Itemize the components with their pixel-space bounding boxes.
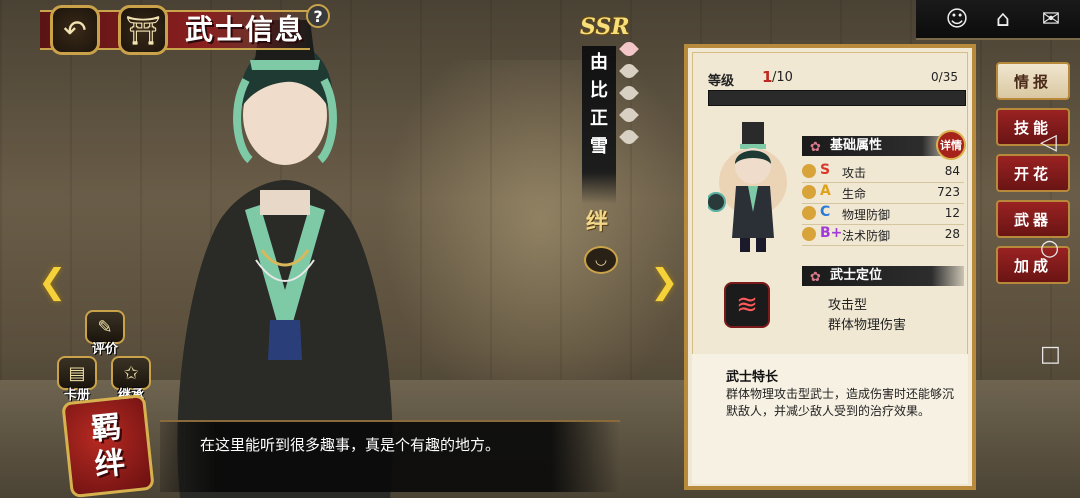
mask-button[interactable]: ◡ — [584, 246, 618, 274]
bond-button[interactable]: 羁绊 — [61, 393, 155, 498]
stat-grade: B+ — [820, 225, 843, 241]
name-char: 比 — [590, 80, 608, 101]
detail-button[interactable]: 详情 — [936, 130, 966, 160]
prev-character-arrow[interactable]: ❮ — [38, 262, 67, 302]
sakura-icon: ✿ — [810, 270, 821, 285]
stat-row-hp: A 生命 723 — [802, 183, 964, 204]
level-max: /10 — [772, 70, 793, 85]
sword-icon — [802, 164, 816, 178]
sakura-icon: ✿ — [810, 140, 821, 155]
torii-icon: ⛩ — [125, 13, 161, 47]
back-triangle-icon[interactable]: ◁ — [1040, 130, 1057, 155]
stat-grade: S — [820, 162, 831, 178]
trait-section: 武士特长 群体物理攻击型武士，造成伤害时还能够沉默敌人，并减少敌人受到的治疗效果… — [692, 354, 968, 484]
base-attributes-title: 基础属性 — [830, 138, 883, 153]
claw-skill-icon[interactable]: ≋ — [724, 282, 770, 328]
stat-name: 攻击 — [842, 166, 867, 180]
stat-value: 12 — [944, 206, 960, 220]
position-title: 武士定位 — [830, 268, 883, 283]
trait-text: 群体物理攻击型武士，造成伤害时还能够沉默敌人，并减少敌人受到的治疗效果。 — [726, 387, 955, 418]
kizuna-label: 绊 — [586, 210, 609, 235]
level-current: 1 — [762, 68, 773, 86]
stat-name: 法术防御 — [842, 229, 891, 243]
home-gate-button[interactable]: ⛩ — [118, 5, 168, 55]
top-right-toolbar: ☺ ⌂ ✉ — [916, 0, 1080, 40]
name-char: 正 — [590, 108, 608, 129]
mask-icon: ◡ — [594, 252, 608, 268]
coin-icon — [802, 227, 816, 241]
stat-row-attack: S 攻击 84 — [802, 162, 964, 183]
trait-header: 武士特长 — [726, 370, 779, 385]
name-char: 由 — [590, 52, 608, 73]
flower-icon — [802, 185, 816, 199]
star-icon — [619, 105, 639, 125]
position-header: ✿ 武士定位 — [802, 266, 964, 286]
level-label: 等级 — [708, 74, 735, 89]
back-arrow-icon: ↶ — [63, 13, 87, 47]
review-label: 评价 — [91, 342, 118, 357]
stat-grade: A — [820, 183, 831, 199]
bond-label: 羁绊 — [89, 409, 127, 484]
character-name-banner: 由 比 正 雪 — [582, 46, 616, 204]
stat-row-magic-def: B+ 法术防御 28 — [802, 225, 964, 246]
home-icon[interactable]: ⌂ — [988, 4, 1018, 34]
dialog-text: 在这里能听到很多趣事，真是个有趣的地方。 — [200, 436, 501, 454]
position-line: 攻击型 — [828, 298, 868, 313]
star-icon — [619, 61, 639, 81]
stat-value: 28 — [944, 227, 960, 241]
next-character-arrow[interactable]: ❯ — [650, 262, 679, 302]
recents-square-icon[interactable]: □ — [1040, 342, 1061, 367]
position-line: 群体物理伤害 — [828, 318, 907, 333]
exp-bar — [708, 90, 966, 106]
star-icon — [619, 127, 639, 147]
armor-icon — [802, 206, 816, 220]
name-char: 雪 — [590, 136, 608, 157]
stat-row-phys-def: C 物理防御 12 — [802, 204, 964, 225]
rarity-badge: SSR — [580, 14, 630, 40]
page-title: 武士信息 — [185, 13, 306, 46]
star-rank — [619, 39, 640, 152]
mail-icon[interactable]: ✉ — [1036, 4, 1066, 34]
stat-name: 生命 — [842, 187, 867, 201]
stat-name: 物理防御 — [842, 208, 891, 222]
character-icon[interactable]: ☺ — [942, 4, 972, 34]
system-nav-bar: ◁ ○ □ — [1026, 100, 1080, 400]
review-button[interactable]: ✎ 评价 — [82, 310, 128, 357]
base-attributes-header: ✿ 基础属性 — [802, 136, 952, 156]
character-chibi — [708, 122, 787, 252]
dialog-box: 在这里能听到很多趣事，真是个有趣的地方。 — [160, 420, 620, 492]
stat-value: 723 — [937, 185, 960, 199]
home-circle-icon[interactable]: ○ — [1040, 236, 1059, 261]
info-panel: 等级 1 /10 0/35 ✿ 基础属性 详情 S 攻击 84 A 生命 723 — [684, 44, 976, 490]
exp-text: 0/35 — [931, 70, 958, 84]
back-button[interactable]: ↶ — [50, 5, 100, 55]
star-icon — [619, 83, 639, 103]
tab-info[interactable]: 情报 — [996, 62, 1070, 100]
top-bar: ↶ ⛩ 武士信息 ? — [0, 0, 360, 55]
card-album-button[interactable]: ▤ 卡册 — [54, 356, 100, 403]
stat-value: 84 — [944, 164, 960, 178]
stat-grade: C — [820, 204, 831, 220]
help-button[interactable]: ? — [306, 4, 330, 28]
star-icon — [619, 39, 639, 59]
